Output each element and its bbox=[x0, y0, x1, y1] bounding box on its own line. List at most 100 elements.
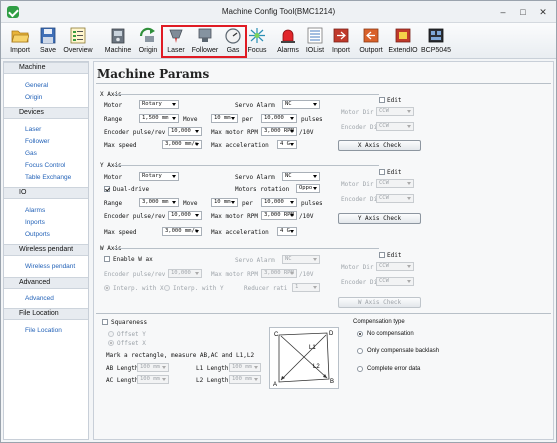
y-rotation-select[interactable]: Oppo bbox=[296, 184, 320, 193]
sidebar-item-focus-control[interactable]: Focus Control bbox=[25, 162, 65, 169]
compensation-error-data-radio[interactable] bbox=[357, 366, 363, 372]
y-servo-alarm-select[interactable]: NC bbox=[282, 172, 320, 181]
x-max-accel-input[interactable]: 4 G bbox=[277, 140, 297, 149]
w-servo-alarm-select[interactable]: NC bbox=[282, 255, 320, 264]
w-reducer-input[interactable]: 1 bbox=[292, 283, 320, 292]
sidebar-header-wireless-pendant[interactable]: Wireless pendant bbox=[4, 244, 88, 256]
w-edit-checkbox[interactable] bbox=[379, 252, 385, 258]
y-range-input[interactable]: 3,000 mm bbox=[139, 198, 179, 207]
floppy-disk-icon bbox=[40, 27, 56, 44]
y-rotation-label: Motors rotation bbox=[235, 186, 290, 193]
sidebar-item-advanced[interactable]: Advanced bbox=[25, 295, 54, 302]
x-motor-select[interactable]: Rotary bbox=[139, 100, 179, 109]
x-encoder-dir-select[interactable]: CCW bbox=[376, 122, 414, 131]
compensation-none-label: No compensation bbox=[367, 331, 414, 337]
toolbar-iolist-button[interactable]: IOList bbox=[303, 25, 327, 58]
sidebar-item-inports[interactable]: Inports bbox=[25, 219, 45, 226]
close-button[interactable]: ✕ bbox=[536, 7, 550, 17]
x-motor-dir-select[interactable]: CCW bbox=[376, 107, 414, 116]
x-axis-check-button[interactable]: X Axis Check bbox=[338, 140, 421, 151]
toolbar-machine-button[interactable]: Machine bbox=[102, 25, 134, 58]
l1-length-input[interactable]: 100 mm bbox=[229, 363, 261, 372]
x-range-label: Range bbox=[104, 116, 123, 123]
y-motor-dir-select[interactable]: CCW bbox=[376, 179, 414, 188]
x-max-rpm-select[interactable]: 3,000 RPM bbox=[261, 127, 297, 136]
toolbar-import-button[interactable]: Import bbox=[5, 25, 35, 58]
sidebar-header-advanced[interactable]: Advanced bbox=[4, 277, 88, 289]
x-encoder-pulse-select[interactable]: 10,000 bbox=[168, 127, 202, 136]
diagram-label-b: B bbox=[330, 379, 334, 385]
sidebar-item-table-exchange[interactable]: Table Exchange bbox=[25, 174, 71, 181]
ac-length-input[interactable]: 100 mm bbox=[137, 375, 169, 384]
sidebar-item-follower[interactable]: Follower bbox=[25, 138, 50, 145]
toolbar-inport-button[interactable]: Inport bbox=[329, 25, 353, 58]
compensation-none-radio[interactable] bbox=[357, 331, 363, 337]
compensation-backlash-radio[interactable] bbox=[357, 348, 363, 354]
io-list-icon bbox=[307, 27, 323, 44]
toolbar-save-button[interactable]: Save bbox=[36, 25, 60, 58]
sidebar-header-devices[interactable]: Devices bbox=[4, 107, 88, 119]
toolbar-focus-button[interactable]: Focus bbox=[246, 25, 268, 58]
y-per-input[interactable]: 10,000 bbox=[261, 198, 297, 207]
x-max-rpm-label: Max motor RPM bbox=[211, 129, 258, 136]
y-motor-select[interactable]: Rotary bbox=[139, 172, 179, 181]
y-dual-drive-checkbox[interactable] bbox=[104, 186, 110, 192]
sidebar-item-outports[interactable]: Outports bbox=[25, 231, 50, 238]
compensation-error-data-label: Complete error data bbox=[367, 366, 421, 372]
sidebar-item-alarms[interactable]: Alarms bbox=[25, 207, 45, 214]
offset-y-radio[interactable] bbox=[108, 331, 114, 337]
w-max-rpm-select[interactable]: 3,000 RPM bbox=[261, 269, 297, 278]
y-max-speed-label: Max speed bbox=[104, 229, 137, 236]
offset-x-radio[interactable] bbox=[108, 340, 114, 346]
y-max-rpm-select[interactable]: 3,000 RPM bbox=[261, 211, 297, 220]
y-encoder-dir-label: Encoder Dir bbox=[341, 196, 381, 203]
x-edit-checkbox[interactable] bbox=[379, 97, 385, 103]
w-servo-alarm-label: Servo Alarm bbox=[235, 257, 275, 264]
sidebar-item-file-location[interactable]: File Location bbox=[25, 327, 62, 334]
l1-length-label: L1 Length bbox=[196, 365, 229, 372]
w-interp-x-label: Interp. with X bbox=[113, 285, 164, 292]
y-max-accel-input[interactable]: 4 G bbox=[277, 227, 297, 236]
x-max-speed-input[interactable]: 3,000 mm/s bbox=[162, 140, 202, 149]
toolbar-bcp5045-button[interactable]: BCP5045 bbox=[421, 25, 451, 58]
toolbar-origin-button[interactable]: Origin bbox=[134, 25, 162, 58]
y-motor-label: Motor bbox=[104, 174, 123, 181]
sidebar-header-io[interactable]: IO bbox=[4, 187, 88, 199]
y-encoder-pulse-select[interactable]: 10,000 bbox=[168, 211, 202, 220]
toolbar-overview-button[interactable]: Overview bbox=[61, 25, 95, 58]
maximize-button[interactable]: □ bbox=[516, 7, 530, 17]
x-move-input[interactable]: 10 mm bbox=[211, 114, 238, 123]
w-axis-check-button[interactable]: W Axis Check bbox=[338, 297, 421, 308]
x-per-input[interactable]: 10,000 bbox=[261, 114, 297, 123]
w-encoder-pulse-select[interactable]: 10,000 bbox=[168, 269, 202, 278]
w-enable-checkbox[interactable] bbox=[104, 256, 110, 262]
sidebar-item-laser[interactable]: Laser bbox=[25, 126, 41, 133]
main-window: Machine Config Tool(BMC1214) – □ ✕ Impor… bbox=[0, 0, 557, 443]
y-max-speed-input[interactable]: 3,000 mm/s bbox=[162, 227, 202, 236]
minimize-button[interactable]: – bbox=[496, 7, 510, 17]
x-max-speed-label: Max speed bbox=[104, 142, 137, 149]
sidebar-item-general[interactable]: General bbox=[25, 82, 48, 89]
y-edit-checkbox[interactable] bbox=[379, 169, 385, 175]
squareness-checkbox[interactable] bbox=[102, 319, 108, 325]
toolbar: Import Save Overview Machine Origin Lase… bbox=[1, 23, 556, 59]
sidebar-item-gas[interactable]: Gas bbox=[25, 150, 37, 157]
toolbar-outport-button[interactable]: Outport bbox=[356, 25, 386, 58]
sidebar-item-origin[interactable]: Origin bbox=[25, 94, 42, 101]
w-encoder-dir-select[interactable]: CCW bbox=[376, 277, 414, 286]
ab-length-input[interactable]: 100 mm bbox=[137, 363, 169, 372]
w-interp-y-radio[interactable] bbox=[164, 285, 170, 291]
w-interp-x-radio[interactable] bbox=[104, 285, 110, 291]
w-motor-dir-select[interactable]: CCW bbox=[376, 262, 414, 271]
x-servo-alarm-select[interactable]: NC bbox=[282, 100, 320, 109]
toolbar-extendio-button[interactable]: ExtendIO bbox=[388, 25, 418, 58]
sidebar-item-wireless-pendant[interactable]: Wireless pendant bbox=[25, 263, 75, 270]
y-axis-check-button[interactable]: Y Axis Check bbox=[338, 213, 421, 224]
y-encoder-dir-select[interactable]: CCW bbox=[376, 194, 414, 203]
y-move-input[interactable]: 10 mm bbox=[211, 198, 238, 207]
toolbar-alarms-button[interactable]: Alarms bbox=[275, 25, 301, 58]
x-range-input[interactable]: 1,500 mm bbox=[139, 114, 179, 123]
sidebar-header-machine[interactable]: Machine bbox=[4, 62, 88, 74]
l2-length-input[interactable]: 100 mm bbox=[229, 375, 261, 384]
sidebar-header-file-location[interactable]: File Location bbox=[4, 308, 88, 320]
